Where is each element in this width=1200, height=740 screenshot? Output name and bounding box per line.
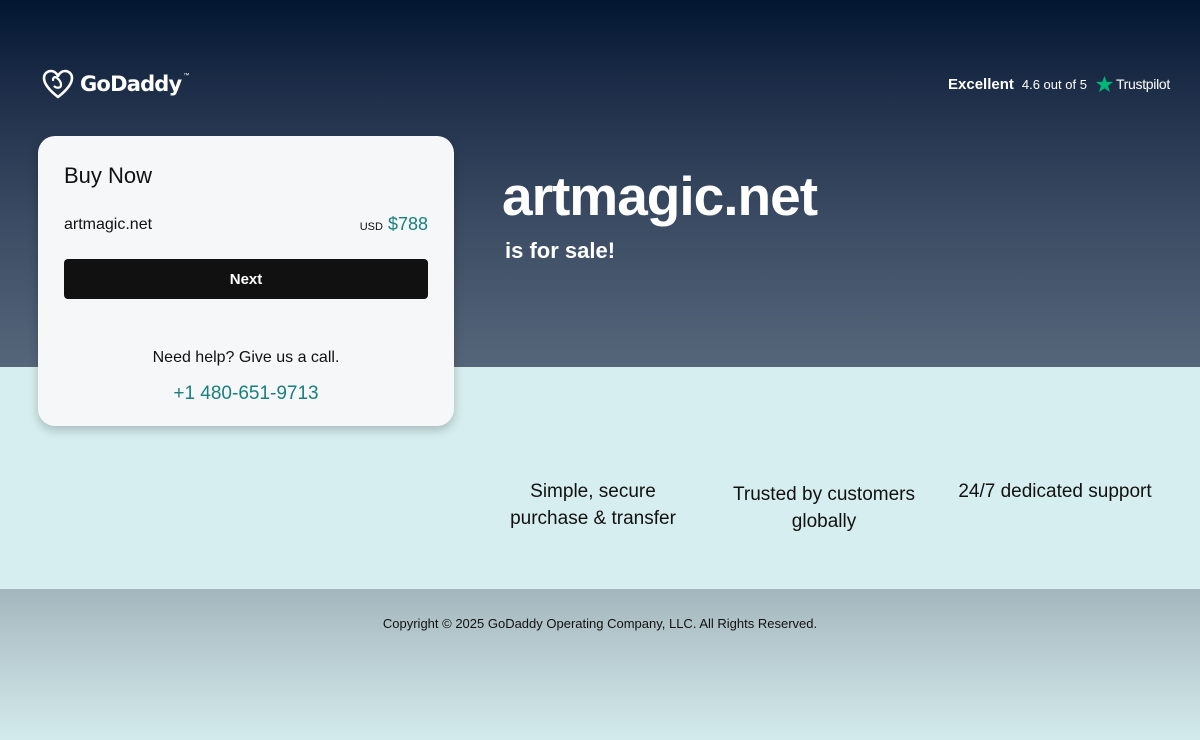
feature-line: globally — [791, 511, 857, 532]
feature-trusted: Trusted by customers globally — [714, 481, 934, 535]
trustpilot-brand: Trustpilot — [1115, 76, 1170, 92]
footer — [0, 589, 1200, 740]
godaddy-heart-icon — [42, 69, 74, 99]
feature-line: purchase & transfer — [510, 508, 676, 529]
card-price: USD $788 — [360, 214, 428, 235]
help-text: Need help? Give us a call. — [152, 349, 340, 366]
hero-domain-title: artmagic.net — [502, 165, 818, 227]
star-icon — [1095, 75, 1113, 92]
price-currency: USD — [359, 221, 383, 233]
feature-line: Simple, secure — [530, 481, 656, 502]
price-amount: $788 — [387, 214, 428, 234]
trustpilot-rating-word: Excellent — [948, 75, 1014, 93]
card-title: Buy Now — [64, 163, 153, 188]
buy-now-card: Buy Now artmagic.net USD $788 Next Need … — [38, 136, 454, 426]
logo-trademark: ™ — [183, 73, 190, 79]
card-domain-name: artmagic.net — [64, 216, 153, 233]
copyright-text: Copyright © 2025 GoDaddy Operating Compa… — [382, 616, 818, 631]
feature-secure-transfer: Simple, secure purchase & transfer — [493, 478, 693, 532]
feature-line: Trusted by customers — [733, 484, 915, 505]
trustpilot-widget[interactable]: Excellent 4.6 out of 5 Trustpilot — [948, 72, 1170, 96]
godaddy-logo[interactable]: GoDaddy ™ — [42, 69, 189, 99]
next-button[interactable]: Next — [64, 259, 428, 299]
phone-link[interactable]: +1 480-651-9713 — [38, 383, 454, 405]
hero-subtitle: is for sale! — [505, 238, 616, 263]
logo-text: GoDaddy — [80, 72, 182, 96]
feature-support: 24/7 dedicated support — [944, 478, 1166, 505]
feature-line: 24/7 dedicated support — [958, 481, 1152, 502]
trustpilot-score: 4.6 out of 5 — [1021, 76, 1087, 92]
